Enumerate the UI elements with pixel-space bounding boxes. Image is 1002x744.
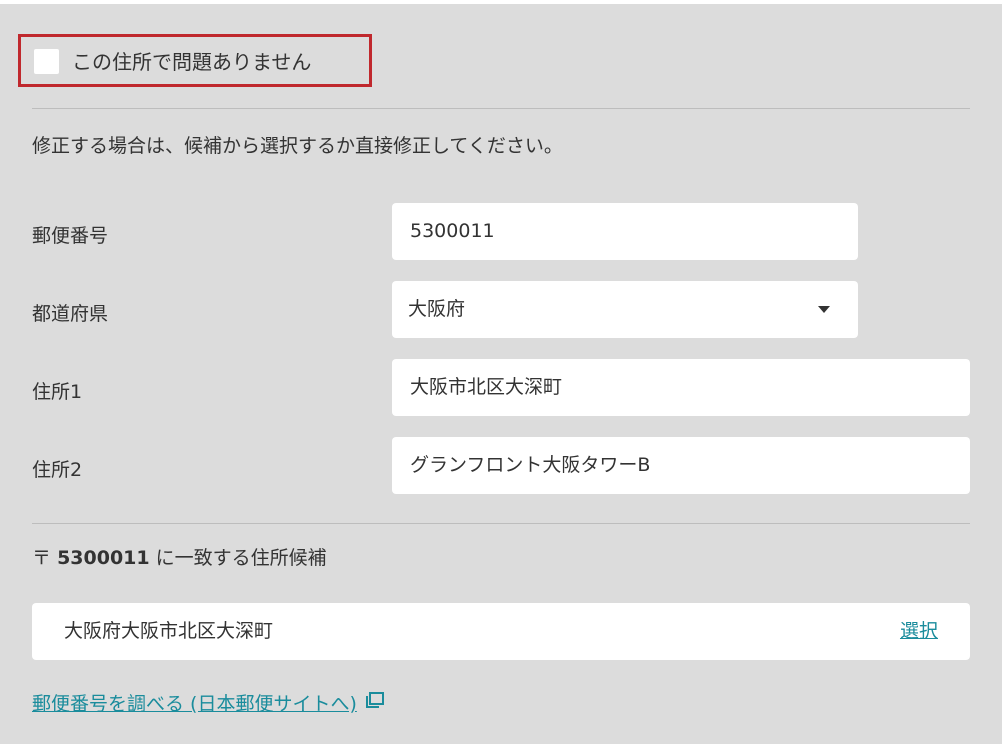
prefecture-label: 都道府県 [32, 303, 109, 325]
address1-input[interactable]: 大阪市北区大深町 [392, 359, 970, 416]
candidate-select-link[interactable]: 選択 [900, 603, 938, 660]
candidate-row: 大阪府大阪市北区大深町 選択 [32, 603, 970, 660]
instruction-text: 修正する場合は、候補から選択するか直接修正してください。 [32, 135, 563, 157]
divider-top [32, 108, 970, 109]
candidates-zip: 5300011 [57, 547, 150, 569]
prefecture-select[interactable]: 大阪府 [392, 281, 858, 338]
postal-mark: 〒 [32, 547, 52, 569]
postal-lookup-link[interactable]: 郵便番号を調べる (日本郵便サイトへ) [32, 690, 385, 719]
candidates-heading-suffix: に一致する住所候補 [155, 547, 327, 569]
candidate-address: 大阪府大阪市北区大深町 [64, 620, 274, 642]
top-edge [0, 0, 1002, 4]
confirm-checkbox[interactable] [34, 49, 59, 74]
postal-code-input[interactable]: 5300011 [392, 203, 858, 260]
candidates-heading: 〒 5300011 に一致する住所候補 [32, 544, 327, 572]
divider-bottom [32, 523, 970, 524]
address1-label: 住所1 [32, 381, 83, 403]
address2-label: 住所2 [32, 459, 83, 481]
chevron-down-icon [818, 306, 830, 313]
external-link-icon[interactable] [365, 689, 385, 717]
postal-lookup-link-text[interactable]: 郵便番号を調べる (日本郵便サイトへ) [32, 693, 357, 715]
address2-input[interactable]: グランフロント大阪タワーB [392, 437, 970, 494]
prefecture-selected-value: 大阪府 [408, 298, 466, 320]
postal-code-label: 郵便番号 [32, 225, 109, 247]
confirm-checkbox-label[interactable]: この住所で問題ありません [72, 48, 311, 76]
